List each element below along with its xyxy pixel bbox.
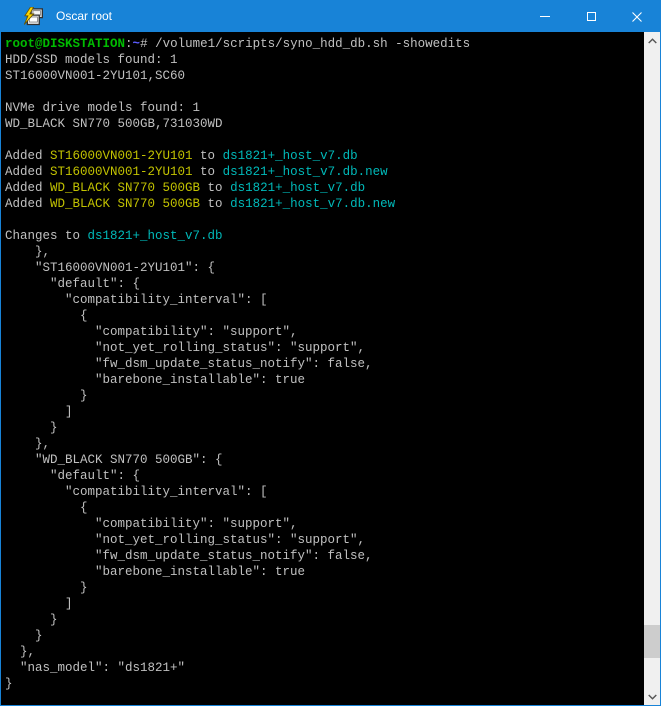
terminal-line: }, bbox=[5, 244, 644, 260]
terminal-line bbox=[5, 212, 644, 228]
terminal-line: { bbox=[5, 308, 644, 324]
terminal-line: { bbox=[5, 500, 644, 516]
maximize-icon bbox=[587, 12, 596, 21]
terminal-line: } bbox=[5, 420, 644, 436]
scrollbar[interactable] bbox=[644, 32, 660, 705]
terminal-line: } bbox=[5, 612, 644, 628]
terminal-line: "barebone_installable": true bbox=[5, 564, 644, 580]
minimize-button[interactable] bbox=[522, 1, 568, 32]
terminal-line: "default": { bbox=[5, 276, 644, 292]
terminal-line: } bbox=[5, 676, 644, 692]
terminal-line: "compatibility_interval": [ bbox=[5, 292, 644, 308]
terminal-line: } bbox=[5, 628, 644, 644]
terminal-line: "compatibility": "support", bbox=[5, 324, 644, 340]
putty-window: Oscar root root@DISKSTATION:~# /volume1/… bbox=[0, 0, 661, 706]
terminal-line: "nas_model": "ds1821+" bbox=[5, 660, 644, 676]
terminal-line: Added WD_BLACK SN770 500GB to ds1821+_ho… bbox=[5, 196, 644, 212]
terminal-line: }, bbox=[5, 644, 644, 660]
terminal-line: "not_yet_rolling_status": "support", bbox=[5, 532, 644, 548]
terminal-output[interactable]: root@DISKSTATION:~# /volume1/scripts/syn… bbox=[1, 32, 644, 705]
title-bar[interactable]: Oscar root bbox=[1, 1, 660, 32]
terminal-line: } bbox=[5, 580, 644, 596]
terminal-line: }, bbox=[5, 436, 644, 452]
terminal-line bbox=[5, 84, 644, 100]
terminal-line: root@DISKSTATION:~# /volume1/scripts/syn… bbox=[5, 36, 644, 52]
terminal-line: "not_yet_rolling_status": "support", bbox=[5, 340, 644, 356]
terminal-line: Added ST16000VN001-2YU101 to ds1821+_hos… bbox=[5, 148, 644, 164]
terminal-line: ST16000VN001-2YU101,SC60 bbox=[5, 68, 644, 84]
putty-terminal-icon[interactable] bbox=[23, 7, 43, 27]
terminal-line: "fw_dsm_update_status_notify": false, bbox=[5, 356, 644, 372]
terminal-line: HDD/SSD models found: 1 bbox=[5, 52, 644, 68]
scroll-down-button[interactable] bbox=[644, 688, 660, 705]
chevron-up-icon bbox=[648, 38, 657, 44]
close-button[interactable] bbox=[614, 1, 660, 32]
terminal-line: "fw_dsm_update_status_notify": false, bbox=[5, 548, 644, 564]
terminal-line: "compatibility": "support", bbox=[5, 516, 644, 532]
terminal-line: "WD_BLACK SN770 500GB": { bbox=[5, 452, 644, 468]
chevron-down-icon bbox=[648, 694, 657, 700]
terminal-line: "default": { bbox=[5, 468, 644, 484]
minimize-icon bbox=[540, 16, 550, 17]
window-title: Oscar root bbox=[56, 1, 112, 32]
terminal-line: Changes to ds1821+_host_v7.db bbox=[5, 228, 644, 244]
terminal-line: ] bbox=[5, 596, 644, 612]
scrollbar-thumb[interactable] bbox=[644, 625, 660, 658]
caption-buttons bbox=[522, 1, 660, 32]
terminal-line: "ST16000VN001-2YU101": { bbox=[5, 260, 644, 276]
terminal-line: "barebone_installable": true bbox=[5, 372, 644, 388]
terminal-line: Added ST16000VN001-2YU101 to ds1821+_hos… bbox=[5, 164, 644, 180]
terminal-line bbox=[5, 132, 644, 148]
terminal-line: Added WD_BLACK SN770 500GB to ds1821+_ho… bbox=[5, 180, 644, 196]
scroll-up-button[interactable] bbox=[644, 32, 660, 49]
terminal-line: } bbox=[5, 388, 644, 404]
terminal-line: "compatibility_interval": [ bbox=[5, 484, 644, 500]
close-icon bbox=[632, 12, 642, 22]
maximize-button[interactable] bbox=[568, 1, 614, 32]
terminal-line: NVMe drive models found: 1 bbox=[5, 100, 644, 116]
terminal-line: WD_BLACK SN770 500GB,731030WD bbox=[5, 116, 644, 132]
terminal-line: ] bbox=[5, 404, 644, 420]
